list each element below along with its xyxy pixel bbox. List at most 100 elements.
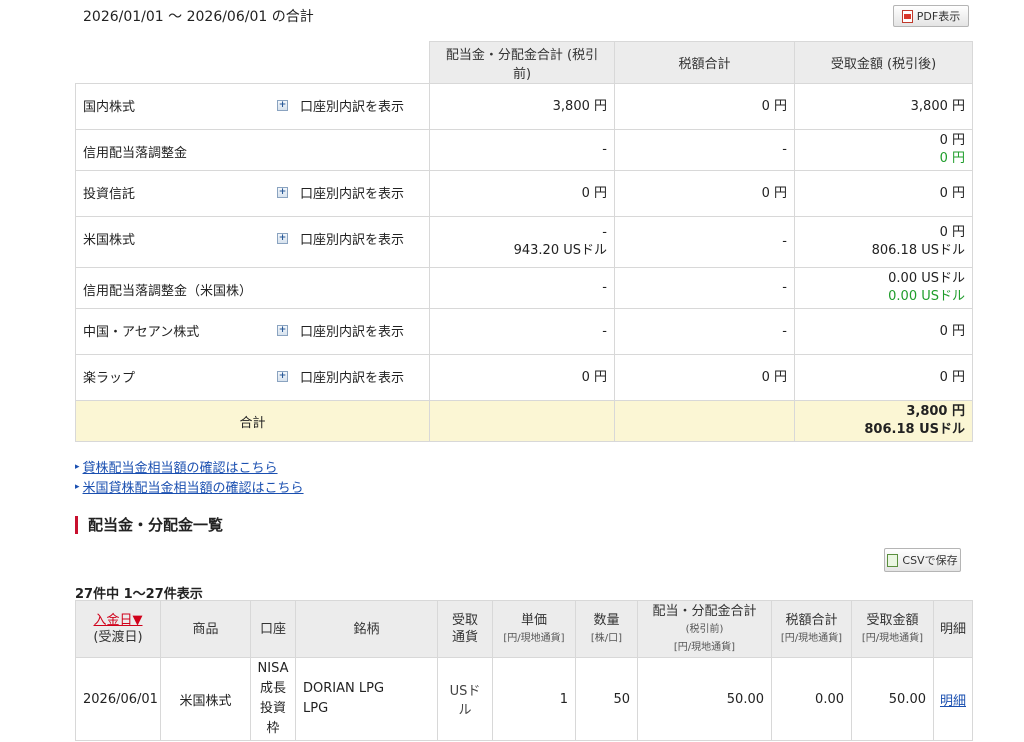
row-unit-price: 1 [492, 657, 576, 741]
summary-tax: - [614, 129, 795, 171]
account-breakdown-label[interactable]: 口座別内訳を表示 [300, 229, 404, 248]
col-quantity-sub: [株/口] [590, 632, 623, 644]
summary-after-tax: 0 円 [794, 354, 973, 401]
section-accent-bar [75, 515, 78, 534]
col-currency-line2: 通貨 [451, 630, 478, 645]
summary-tax-value: - [782, 234, 787, 249]
col-quantity-label: 数量 [593, 612, 620, 628]
col-detail: 明細 [933, 600, 973, 658]
col-currency: 受取 通貨 [437, 600, 493, 658]
expand-plus-icon[interactable]: + [277, 325, 288, 336]
summary-tax: 0 円 [614, 83, 795, 130]
summary-after-tax-value: 0 円 [939, 323, 965, 339]
summary-category-name: 投資信託 [83, 187, 136, 202]
summary-pre-tax-value: 943.20 USドル [513, 243, 607, 258]
summary-after-tax-value: 0.00 USドル [888, 289, 965, 304]
summary-after-tax: 0 円 [794, 308, 973, 355]
section-heading: 配当金・分配金一覧 [75, 514, 223, 535]
account-breakdown-toggle[interactable]: + 口座別内訳を表示 [277, 367, 404, 386]
us-lending-dividend-link-row[interactable]: ▸ 米国貸株配当金相当額の確認はこちら [75, 477, 304, 496]
summary-total-row: 合計 3,800 円 806.18 USドル [75, 400, 973, 442]
expand-plus-icon[interactable]: + [277, 371, 288, 382]
summary-pre-tax: 0 円 [429, 354, 615, 401]
lending-dividend-link-row[interactable]: ▸ 貸株配当金相当額の確認はこちら [75, 457, 278, 476]
summary-category-name: 信用配当落調整金（米国株） [83, 284, 253, 299]
csv-icon [887, 553, 899, 567]
row-account-line: 成長 [259, 681, 286, 696]
summary-table: 配当金・分配金合計 (税引前) 税額合計 受取金額 (税引後) 国内株式 + 口座別… [75, 41, 973, 442]
summary-pre-tax-value: - [602, 142, 607, 157]
summary-category-cell: 米国株式 + 口座別内訳を表示 [75, 216, 430, 268]
summary-row: 楽ラップ + 口座別内訳を表示 0 円 0 円 0 円 [75, 354, 973, 401]
summary-pre-tax-value: - [602, 323, 607, 339]
row-account-line: 枠 [266, 721, 280, 736]
summary-tax: 0 円 [614, 354, 795, 401]
col-security: 銘柄 [295, 600, 438, 658]
col-gross-label: 配当・分配金合計 [652, 603, 757, 619]
summary-row: 米国株式 + 口座別内訳を表示 - 943.20 USドル - 0 円 806.18 USドル [75, 216, 973, 268]
summary-row: 国内株式 + 口座別内訳を表示 3,800 円 0 円 3,800 円 [75, 83, 973, 130]
summary-total-after-tax-value: 3,800 円 [906, 404, 965, 419]
expand-plus-icon[interactable]: + [277, 100, 288, 111]
row-quantity: 50 [575, 657, 638, 741]
summary-tax: 0 円 [614, 170, 795, 217]
csv-save-button[interactable]: CSVで保存 [884, 548, 961, 572]
col-unit-price-label: 単価 [520, 612, 547, 628]
summary-category-cell: 中国・アセアン株式 + 口座別内訳を表示 [75, 308, 430, 355]
expand-plus-icon[interactable]: + [277, 187, 288, 198]
summary-pre-tax-value: 0 円 [581, 185, 607, 201]
account-breakdown-toggle[interactable]: + 口座別内訳を表示 [277, 229, 404, 248]
expand-plus-icon[interactable]: + [277, 233, 288, 244]
summary-after-tax-value: 0.00 USドル [888, 271, 965, 286]
account-breakdown-label[interactable]: 口座別内訳を表示 [300, 321, 404, 340]
summary-after-tax-value: 3,800 円 [910, 98, 965, 114]
row-security-ticker: LPG [303, 701, 329, 716]
account-breakdown-toggle[interactable]: + 口座別内訳を表示 [277, 321, 404, 340]
period-label: 2026/01/01 〜 2026/06/01 の合計 [83, 9, 314, 25]
summary-category-cell: 投資信託 + 口座別内訳を表示 [75, 170, 430, 217]
sort-date-link[interactable]: 入金日▼ [94, 613, 143, 628]
summary-header-blank [75, 41, 430, 84]
row-security-name: DORIAN LPG [303, 681, 385, 696]
summary-total-label: 合計 [75, 400, 430, 442]
detail-link[interactable]: 明細 [940, 694, 966, 709]
row-gross: 50.00 [637, 657, 772, 741]
summary-row: 中国・アセアン株式 + 口座別内訳を表示 - - 0 円 [75, 308, 973, 355]
summary-pre-tax-value: 0 円 [581, 369, 607, 385]
summary-pre-tax-value: - [602, 280, 607, 295]
row-received: 50.00 [851, 657, 934, 741]
col-unit-price-sub: [円/現地通貨] [503, 632, 565, 644]
lending-dividend-link[interactable]: 貸株配当金相当額の確認はこちら [83, 457, 278, 476]
row-security: DORIAN LPG LPG [295, 657, 438, 741]
dividend-list-table: 入金日▼ (受渡日) 商品 口座 銘柄 受取 通貨 単価 [円/現地通貨] 数量… [75, 600, 973, 741]
summary-category-name: 中国・アセアン株式 [83, 325, 200, 340]
col-received: 受取金額 [円/現地通貨] [851, 600, 934, 658]
account-breakdown-label[interactable]: 口座別内訳を表示 [300, 367, 404, 386]
col-tax-label: 税額合計 [785, 612, 838, 628]
col-received-label: 受取金額 [866, 612, 919, 628]
summary-after-tax: 3,800 円 [794, 83, 973, 130]
col-date[interactable]: 入金日▼ (受渡日) [75, 600, 161, 658]
summary-pre-tax: - [429, 267, 615, 309]
account-breakdown-label[interactable]: 口座別内訳を表示 [300, 183, 404, 202]
summary-total-after-tax: 3,800 円 806.18 USドル [794, 400, 973, 442]
pdf-button[interactable]: PDF表示 [893, 5, 969, 27]
col-currency-line1: 受取 [451, 613, 478, 628]
summary-after-tax-value: 0 円 [939, 133, 965, 148]
summary-header-pre-tax: 配当金・分配金合計 (税引前) [429, 41, 615, 84]
summary-tax: - [614, 267, 795, 309]
row-date: 2026/06/01 [75, 657, 161, 741]
col-tax: 税額合計 [円/現地通貨] [771, 600, 852, 658]
summary-header-after-tax: 受取金額 (税引後) [794, 41, 973, 84]
summary-pre-tax-value: 3,800 円 [552, 98, 607, 114]
us-lending-dividend-link[interactable]: 米国貸株配当金相当額の確認はこちら [83, 477, 304, 496]
summary-tax-value: - [782, 142, 787, 157]
account-breakdown-toggle[interactable]: + 口座別内訳を表示 [277, 96, 404, 115]
summary-category-name: 国内株式 [83, 100, 136, 115]
summary-after-tax: 0.00 USドル 0.00 USドル [794, 267, 973, 309]
summary-category-cell: 信用配当落調整金 [75, 129, 430, 171]
summary-tax-value: - [782, 280, 787, 295]
account-breakdown-label[interactable]: 口座別内訳を表示 [300, 96, 404, 115]
account-breakdown-toggle[interactable]: + 口座別内訳を表示 [277, 183, 404, 202]
row-tax: 0.00 [771, 657, 852, 741]
